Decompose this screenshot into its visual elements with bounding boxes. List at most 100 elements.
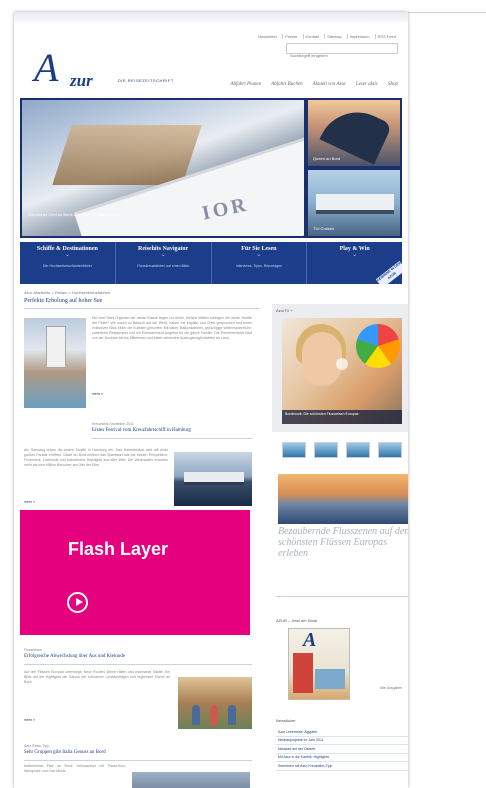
utility-link[interactable]: Impressum [346,34,372,39]
logo-word: zur [70,71,93,90]
article-image-ship[interactable] [24,318,86,408]
cover-water-shape [315,669,345,689]
tile-play-win[interactable]: Play & Win ⌄ GEWINNE IN DER AZUR [307,242,402,284]
divider [24,760,252,761]
ship-side-shape [316,194,394,214]
ship-bow-shape [319,100,393,165]
chevron-down-icon: ⌄ [64,252,70,258]
magazine-cover[interactable]: A [288,628,350,700]
video-caption: Bordmusik: Die schönsten Flussreisen Eur… [282,410,402,424]
article-text: Am Samstag reisen die ersten Schiffe in … [24,448,168,467]
news-item[interactable]: Azur Leserreise: Ägypten [276,728,408,737]
ship-deck-shape [52,125,202,185]
search-box: ⌕ [286,43,398,60]
chevron-down-icon: ⌄ [352,252,358,258]
logo-script: A [34,45,58,90]
utility-link[interactable]: RSS Feed [374,34,398,39]
utility-link[interactable]: Newsletter [256,34,279,39]
article-text: Die zwei Stahl-Giganten der neuen Klasse… [92,316,252,340]
news-item[interactable]: Seereisen mit Azur Kreuzfahrt-Tipp [276,762,408,771]
all-issues-link[interactable]: Alle Ausgaben [380,686,402,690]
article-headline[interactable]: Perfekte Erholung auf hoher See [24,298,102,304]
video-thumb[interactable] [378,442,402,458]
top-strip [14,12,408,22]
flash-layer[interactable]: Flash Layer [20,510,250,635]
video-box: AzurTV + Bordmusik: Die schönsten Flussr… [272,304,408,432]
promo-headline[interactable]: Bezaubernde Flusszenen auf den schönsten… [278,526,408,559]
news-item[interactable]: Neubauprojekte im Jahr 2011 [276,737,408,745]
news-item[interactable]: Neustart auf der Ostsee [276,745,408,754]
more-link[interactable]: mehr » [24,500,35,504]
hero-thumb-caption: TUI Cruises [313,226,335,231]
tile-ships[interactable]: Schiffe & Destinationen ⌄ Der Hochseekre… [20,242,116,284]
person-shape [228,705,236,725]
utility-nav: Newsletter Presse Kontakt Sitemap Impres… [256,34,398,39]
cover-figure-shape [293,653,313,693]
divider [24,308,260,309]
hero-banner: IOR Rundlicher Chef an Bord: AIDA auf de… [20,98,402,238]
divider [276,596,408,597]
play-icon[interactable] [336,358,348,370]
video-player[interactable]: Bordmusik: Die schönsten Flussreisen Eur… [282,318,402,424]
article-text: Auf den Flüssen Europas unterwegs: Neue … [24,670,170,684]
azur-logo[interactable]: A zur DIE REISEZEITSCHRIFT [30,45,173,94]
ship-side-shape [184,472,244,485]
article-image-harbor[interactable] [174,452,252,506]
news-item[interactable]: Mit Azur in die Karibik: Highlights [276,754,408,762]
utility-link[interactable]: Sitemap [324,34,344,39]
more-link[interactable]: mehr » [92,392,103,396]
article-text: Italienisches Flair an Bord: Genussreise… [24,764,126,773]
page-edge-line [408,12,486,13]
search-input[interactable] [287,51,388,60]
article-headline[interactable]: Sehr Gruppen gibt Italia Genuss an Bord [24,750,106,755]
browser-page: Newsletter Presse Kontakt Sitemap Impres… [14,12,408,788]
chevron-down-icon: ⌄ [256,252,262,258]
article-kicker: Kreuzfahrt-Neuheiten 2011 [92,422,134,426]
nav-item[interactable]: Abfahrt Buchen [271,82,303,87]
divider [92,438,252,439]
article-image-dining[interactable] [178,677,252,729]
promo-image-river[interactable] [278,474,408,524]
hero-thumb-1[interactable]: Queen an Bord [308,100,400,166]
magazine-label: AZUR – Jetzt am Kiosk [276,618,318,623]
feature-tiles: Schiffe & Destinationen ⌄ Der Hochseekre… [20,242,402,284]
article-kicker: Azur Reise-Tipp [24,744,49,748]
utility-link[interactable]: Kontakt [302,34,322,39]
logo-tagline: DIE REISEZEITSCHRIFT [118,78,174,83]
utility-link[interactable]: Presse [282,34,299,39]
video-thumbnails [282,442,402,458]
video-thumb[interactable] [314,442,338,458]
video-label: AzurTV + [276,308,293,313]
video-thumb[interactable] [346,442,370,458]
more-link[interactable]: mehr » [24,718,35,722]
flash-layer-title: Flash Layer [68,539,169,559]
nav-item[interactable]: Abfahrt Planen [230,82,261,87]
tile-sub: Flusskreuzfahrten auf einen Blick [137,264,189,268]
article-image-cruise[interactable] [132,772,250,788]
ship-mast-shape [46,326,66,368]
divider [24,664,252,665]
tile-reading[interactable]: Für Sie Lesen ⌄ Interviews, Tipps, Repor… [212,242,308,284]
nav-item[interactable]: Leser aktiv [356,82,378,87]
news-list: Azur Leserreise: Ägypten Neubauprojekte … [276,728,408,771]
nav-item[interactable]: Shop [388,82,398,87]
main-nav: Abfahrt Planen Abfahrt Buchen Aktuell vo… [230,82,398,87]
hero-main-image[interactable]: IOR Rundlicher Chef an Bord: AIDA auf de… [22,100,304,236]
person-face-shape [302,332,342,386]
nav-item[interactable]: Aktuell von Azur [313,82,346,87]
person-shape [192,705,200,725]
article-headline[interactable]: Erfolgreiche Abwechslung über Aus und Kl… [24,654,125,659]
hero-thumb-2[interactable]: TUI Cruises [308,170,400,236]
hero-thumb-caption: Queen an Bord [313,156,341,161]
promo-ribbon: GEWINNE IN DER AZUR [375,260,402,284]
tile-sub: Interviews, Tipps, Reportagen [235,264,283,268]
article-headline[interactable]: Erstes Festival vom Kreuzfahrtschiff in … [92,428,191,433]
chevron-down-icon: ⌄ [160,252,166,258]
play-icon[interactable] [67,592,88,613]
video-thumb[interactable] [282,442,306,458]
tile-sub: Der Hochseekreuzfahrtenführer [42,264,92,268]
breadcrumb: Azur-Startseite > Reisen > Hochseekreuzf… [24,290,111,295]
magazine-logo: A [303,629,317,651]
article-kicker: Flussreisen [24,648,42,652]
tile-navigator[interactable]: Reisehits Navigator ⌄ Flusskreuzfahrten … [116,242,212,284]
